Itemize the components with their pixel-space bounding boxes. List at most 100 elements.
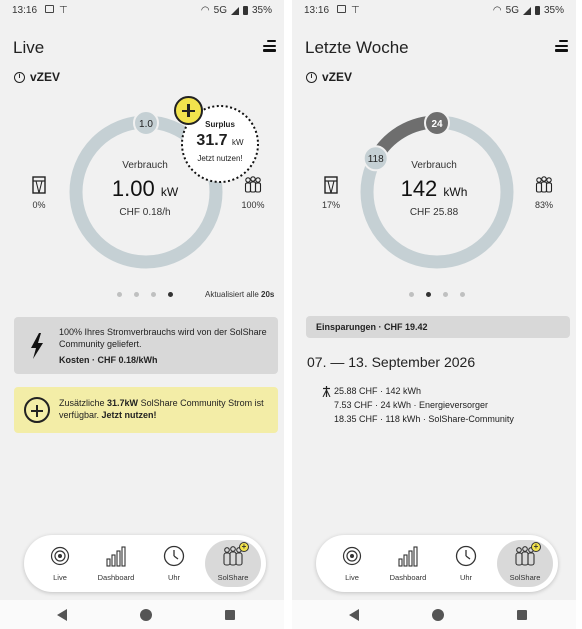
info-icon[interactable]: i [14, 71, 25, 83]
status-notification-icons: ⊤ [45, 5, 68, 16]
nav-clock[interactable]: Uhr [438, 535, 494, 592]
broadcast-icon [342, 546, 362, 566]
bottom-nav: Live Dashboard Uhr + SolShare [316, 535, 558, 592]
info-icon[interactable]: i [306, 71, 317, 83]
update-interval: Aktualisiert alle 20s [205, 290, 274, 299]
lightning-icon [31, 333, 43, 359]
system-nav-bar [0, 600, 284, 629]
community-share-value: 100% [241, 200, 265, 210]
info-card-message: 100% Ihres Stromverbrauchs wird von der … [59, 327, 267, 349]
page-title: Letzte Woche [305, 38, 409, 57]
consumption-unit: kW [160, 185, 179, 199]
entry-utility: 7.53 CHF · 24 kWh · Energieversorger [334, 400, 489, 410]
page-indicator [117, 292, 173, 297]
nav-live[interactable]: Live [32, 535, 88, 592]
battery-icon [242, 6, 248, 15]
community-icon [535, 176, 553, 193]
consumption-label: Verbrauch [411, 160, 457, 171]
home-icon[interactable] [140, 609, 152, 621]
back-icon[interactable] [57, 609, 67, 621]
grid-share: 17% [311, 176, 351, 210]
community-share: 83% [524, 176, 564, 210]
battery-level: 35% [251, 5, 272, 16]
clock-icon [455, 545, 477, 567]
list-item: 7.53 CHF · 24 kWh · Energieversorger [322, 398, 514, 412]
page-dot[interactable] [409, 292, 414, 297]
page-dot[interactable] [443, 292, 448, 297]
bar-chart-icon [106, 546, 126, 567]
system-nav-bar [292, 600, 576, 629]
live-screen: 13:16 ⊤ ◠ 5G 35% Live i vZEV 1.0 Verbrau… [0, 0, 284, 600]
status-right: ◠ 5G 35% [493, 5, 564, 16]
community-name: vZEV [322, 70, 353, 84]
update-value: 20s [261, 290, 275, 299]
menu-icon[interactable] [263, 40, 276, 53]
page-dot[interactable] [134, 292, 139, 297]
recents-icon[interactable] [225, 610, 235, 620]
nav-clock-label: Uhr [459, 573, 473, 582]
status-time: 13:16 [12, 5, 38, 16]
power-pole-icon [322, 385, 331, 397]
page-dot-active[interactable] [168, 292, 173, 297]
signal-icon [230, 6, 239, 15]
page-dot[interactable] [151, 292, 156, 297]
home-icon[interactable] [432, 609, 444, 621]
nav-dashboard-label: Dashboard [389, 573, 427, 582]
antenna-icon: ⊤ [351, 5, 360, 16]
surplus-unit: kW [232, 138, 244, 147]
recents-icon[interactable] [517, 610, 527, 620]
battery-icon [534, 6, 540, 15]
surplus-value: 31.7 kW [180, 132, 260, 150]
page-dot[interactable] [117, 292, 122, 297]
bottom-nav: Live Dashboard Uhr + SolShare [24, 535, 266, 592]
surplus-cta: Jetzt nutzen! [197, 154, 243, 163]
nav-clock[interactable]: Uhr [146, 535, 202, 592]
ring-top-value: 1.0 [139, 119, 153, 130]
date-range[interactable]: 07. — 13. September 2026 [307, 354, 475, 370]
info-card-cost: Kosten · CHF 0.18/kWh [59, 355, 158, 365]
calendar-icon [337, 5, 346, 13]
promo-card[interactable]: Zusätzliche 31.7kW SolShare Community St… [14, 387, 278, 433]
menu-icon[interactable] [555, 40, 568, 53]
power-pole-icon [324, 176, 338, 194]
status-right: ◠ 5G 35% [201, 5, 272, 16]
page-dot[interactable] [460, 292, 465, 297]
nav-dashboard[interactable]: Dashboard [88, 535, 144, 592]
nav-dashboard[interactable]: Dashboard [380, 535, 436, 592]
nav-live-label: Live [53, 573, 67, 582]
nav-live[interactable]: Live [324, 535, 380, 592]
calendar-icon [45, 5, 54, 13]
nav-solshare[interactable]: + SolShare [205, 535, 261, 592]
back-icon[interactable] [349, 609, 359, 621]
surplus-number: 31.7 [196, 132, 228, 149]
list-item: 18.35 CHF · 118 kWh · SolShare-Community [322, 412, 514, 426]
power-pole-icon [32, 176, 46, 194]
antenna-icon: ⊤ [59, 5, 68, 16]
community-name: vZEV [30, 70, 61, 84]
consumption-unit: kWh [443, 185, 468, 199]
plus-icon[interactable] [174, 96, 203, 125]
status-notification-icons: ⊤ [337, 5, 360, 16]
nav-solshare-label: SolShare [509, 573, 541, 582]
community-header[interactable]: i vZEV [306, 70, 352, 84]
network-type: 5G [213, 5, 227, 16]
nav-clock-label: Uhr [167, 573, 181, 582]
list-item: 25.88 CHF · 142 kWh [322, 384, 514, 398]
cost-breakdown: 25.88 CHF · 142 kWh 7.53 CHF · 24 kWh · … [322, 384, 514, 426]
hotspot-icon: ◠ [492, 5, 502, 16]
plus-circle-icon [24, 397, 50, 423]
plus-badge-icon: + [531, 542, 541, 552]
page-title: Live [13, 38, 45, 57]
clock-icon [163, 545, 185, 567]
community-header[interactable]: i vZEV [14, 70, 60, 84]
nav-solshare[interactable]: + SolShare [497, 535, 553, 592]
page-dot-active[interactable] [426, 292, 431, 297]
entry-community: 18.35 CHF · 118 kWh · SolShare-Community [334, 414, 514, 424]
battery-level: 35% [543, 5, 564, 16]
page-indicator [409, 292, 465, 297]
bar-chart-icon [398, 546, 418, 567]
promo-pre: Zusätzliche [59, 398, 108, 408]
promo-card-text: Zusätzliche 31.7kW SolShare Community St… [59, 397, 274, 421]
savings-bar: Einsparungen · CHF 19.42 [306, 316, 570, 338]
promo-cta[interactable]: Jetzt nutzen! [102, 410, 157, 420]
